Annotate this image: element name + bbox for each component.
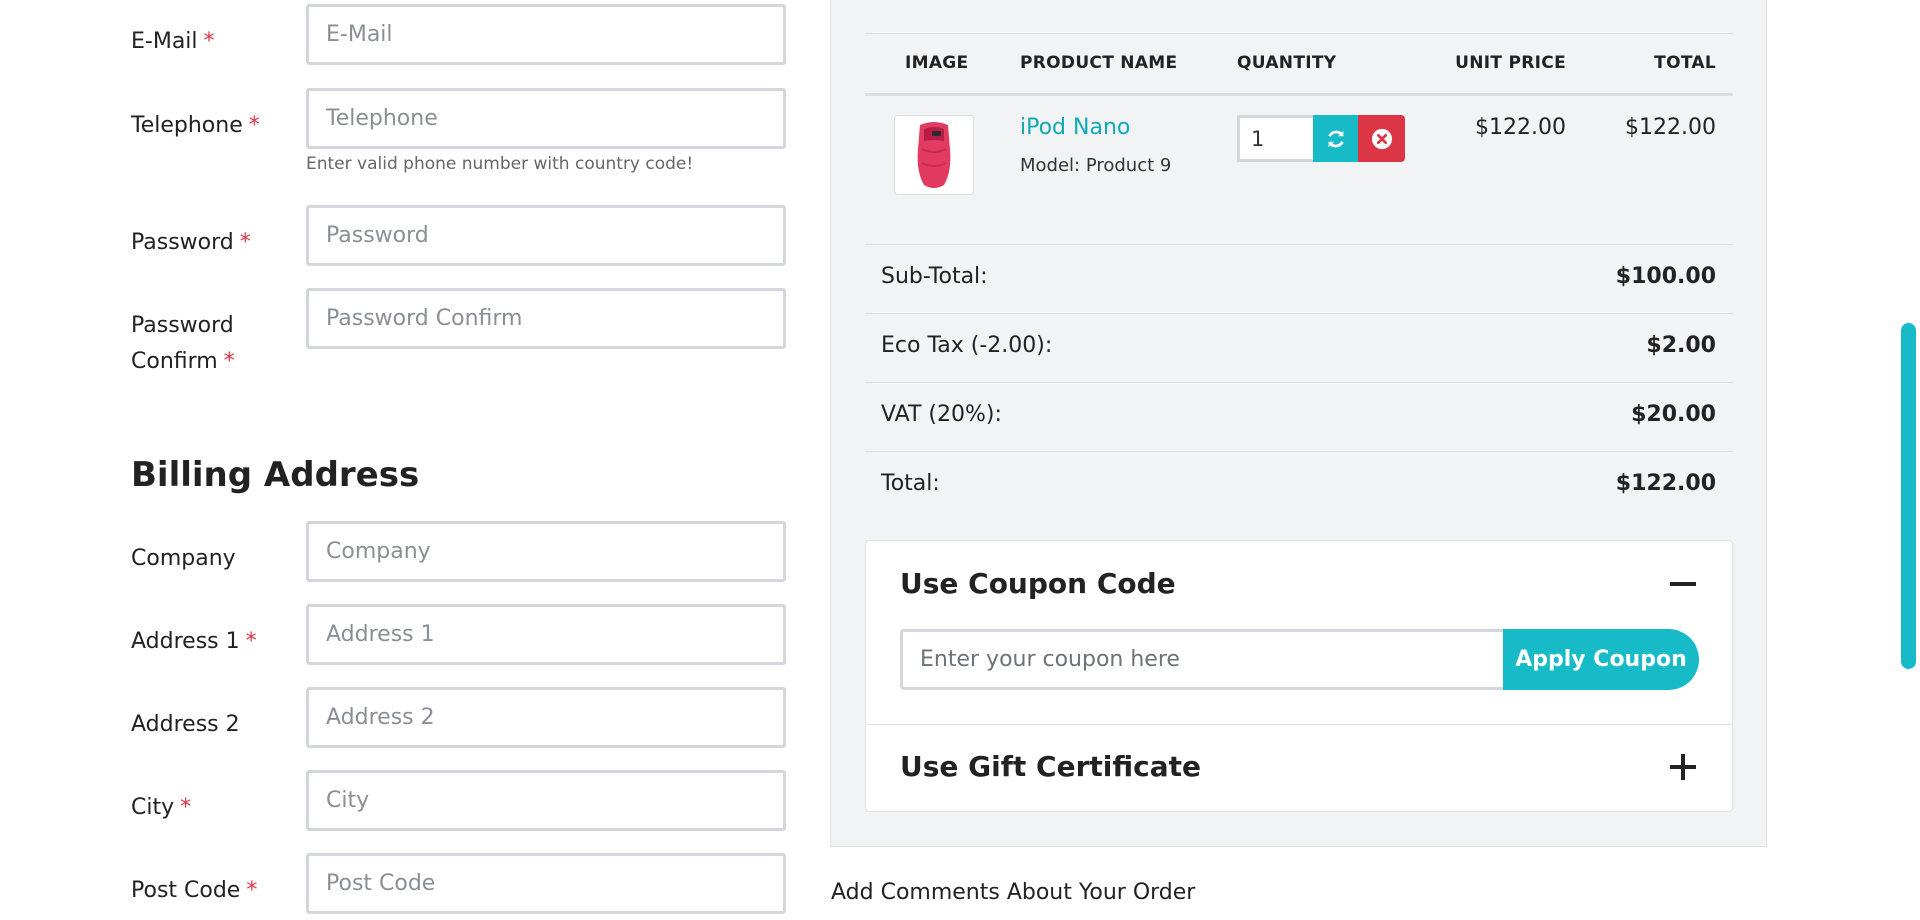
remove-circle-icon: [1371, 128, 1392, 149]
email-field[interactable]: [306, 4, 786, 65]
product-model: Model: Product 9: [1020, 155, 1172, 176]
cart-table-header: IMAGE PRODUCT NAME QUANTITY UNIT PRICE T…: [865, 34, 1733, 96]
post-code-field[interactable]: [306, 853, 786, 914]
eco-tax-row: Eco Tax (-2.00): $2.00: [865, 314, 1733, 383]
cart-item-row: iPod Nano Model: Product 9 $122.00 $122.…: [865, 96, 1733, 245]
expand-gift-certificate-button[interactable]: [1668, 752, 1698, 782]
telephone-field[interactable]: [306, 88, 786, 149]
unit-price: $122.00: [1475, 115, 1566, 140]
city-label: City *: [131, 795, 192, 820]
cart-table: IMAGE PRODUCT NAME QUANTITY UNIT PRICE T…: [865, 33, 1733, 521]
coupon-gift-accordion: Use Coupon Code Apply Coupon Use Gift Ce…: [865, 540, 1733, 812]
company-label: Company: [131, 546, 236, 571]
remove-item-button[interactable]: [1358, 115, 1405, 162]
address-2-label: Address 2: [131, 712, 240, 737]
gift-certificate-title[interactable]: Use Gift Certificate: [900, 750, 1201, 783]
password-confirm-field[interactable]: [306, 288, 786, 349]
city-field[interactable]: [306, 770, 786, 831]
telephone-label: Telephone *: [131, 113, 260, 138]
update-quantity-button[interactable]: [1313, 115, 1358, 162]
comments-label: Add Comments About Your Order: [831, 880, 1196, 905]
header-total: TOTAL: [1654, 53, 1716, 73]
post-code-label: Post Code *: [131, 878, 258, 903]
company-field[interactable]: [306, 521, 786, 582]
line-total: $122.00: [1625, 115, 1716, 140]
vat-row: VAT (20%): $20.00: [865, 383, 1733, 452]
eco-tax-label: Eco Tax (-2.00):: [881, 333, 1053, 358]
header-product-name: PRODUCT NAME: [1020, 53, 1178, 73]
telephone-help-text: Enter valid phone number with country co…: [306, 154, 694, 174]
accordion-divider: [866, 724, 1732, 725]
total-value: $122.00: [1615, 471, 1716, 496]
password-field[interactable]: [306, 205, 786, 266]
address-1-label: Address 1 *: [131, 629, 257, 654]
vat-value: $20.00: [1631, 402, 1716, 427]
header-image: IMAGE: [905, 53, 969, 73]
collapse-coupon-button[interactable]: [1668, 569, 1698, 599]
quantity-input[interactable]: [1237, 115, 1313, 162]
plus-icon: [1670, 754, 1696, 780]
scrollbar-thumb[interactable]: [1901, 323, 1916, 669]
product-thumbnail[interactable]: [894, 115, 974, 195]
fitness-band-image: [917, 122, 951, 188]
total-label: Total:: [881, 471, 940, 496]
password-confirm-label: Password Confirm *: [131, 313, 235, 374]
refresh-icon: [1327, 130, 1344, 147]
email-label: E-Mail *: [131, 29, 215, 54]
header-quantity: QUANTITY: [1237, 53, 1337, 73]
apply-coupon-button[interactable]: Apply Coupon: [1503, 629, 1699, 690]
coupon-section-title[interactable]: Use Coupon Code: [900, 567, 1176, 600]
subtotal-row: Sub-Total: $100.00: [865, 245, 1733, 314]
vat-label: VAT (20%):: [881, 402, 1002, 427]
password-label: Password *: [131, 230, 251, 255]
header-unit-price: UNIT PRICE: [1455, 53, 1566, 73]
minus-icon: [1670, 582, 1696, 586]
coupon-input[interactable]: [900, 629, 1504, 690]
subtotal-label: Sub-Total:: [881, 264, 988, 289]
cart-panel: IMAGE PRODUCT NAME QUANTITY UNIT PRICE T…: [830, 0, 1767, 847]
subtotal-value: $100.00: [1615, 264, 1716, 289]
eco-tax-value: $2.00: [1646, 333, 1716, 358]
address-2-field[interactable]: [306, 687, 786, 748]
billing-address-title: Billing Address: [131, 455, 420, 495]
address-1-field[interactable]: [306, 604, 786, 665]
product-name-link[interactable]: iPod Nano: [1020, 115, 1130, 140]
total-row: Total: $122.00: [865, 452, 1733, 521]
